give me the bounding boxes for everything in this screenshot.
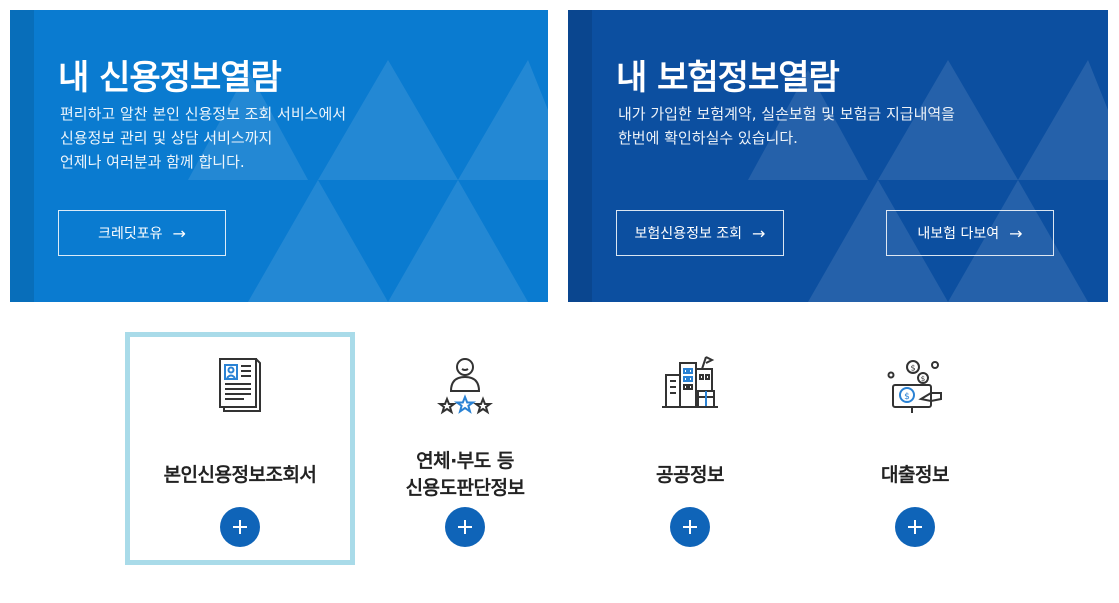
credit-banner-description: 편리하고 알찬 본인 신용정보 조회 서비스에서 신용정보 관리 및 상담 서비… <box>60 102 346 174</box>
card-title-line: 대출정보 <box>881 463 949 486</box>
person-rating-icon <box>437 358 493 415</box>
my-insurance-view-button[interactable]: 내보험 다보여 → <box>886 210 1054 256</box>
card-title: 연체·부도 등 신용도판단정보 <box>355 447 575 503</box>
credit-desc-line-1: 편리하고 알찬 본인 신용정보 조회 서비스에서 <box>60 105 347 123</box>
banner-stripe <box>568 10 592 302</box>
card-title: 본인신용정보조회서 <box>130 447 350 503</box>
insurance-info-banner: 내 보험정보열람 내가 가입한 보험계약, 실손보험 및 보험금 지급내역을 한… <box>568 10 1108 302</box>
credit-desc-line-3: 언제나 여러분과 함께 합니다. <box>60 153 245 171</box>
credit-info-cards: 본인신용정보조회서 연체·부도 등 신용도판단정보 공공정보 $ $ $ 대출정… <box>0 332 1119 567</box>
arrow-right-icon: → <box>752 223 766 243</box>
plus-icon <box>458 520 472 534</box>
insurance-credit-inquiry-button[interactable]: 보험신용정보 조회 → <box>616 210 784 256</box>
card-title: 공공정보 <box>580 447 800 503</box>
arrow-right-icon: → <box>172 223 186 243</box>
insurance-banner-description: 내가 가입한 보험계약, 실손보험 및 보험금 지급내역을 한번에 확인하실수 … <box>618 102 955 150</box>
plus-button[interactable] <box>445 507 485 547</box>
svg-text:$: $ <box>904 392 910 402</box>
document-profile-icon <box>219 358 261 412</box>
insurance-desc-line-2: 한번에 확인하실수 있습니다. <box>618 129 798 147</box>
loan-money-icon: $ $ $ <box>887 360 942 413</box>
arrow-right-icon: → <box>1009 223 1023 243</box>
insurance-desc-line-1: 내가 가입한 보험계약, 실손보험 및 보험금 지급내역을 <box>618 105 955 123</box>
plus-button[interactable] <box>220 507 260 547</box>
card-delinquency-info[interactable]: 연체·부도 등 신용도판단정보 <box>350 332 580 565</box>
card-title-line: 본인신용정보조회서 <box>163 463 317 486</box>
svg-text:$: $ <box>910 364 915 373</box>
my-insurance-label: 내보험 다보여 <box>917 226 1000 242</box>
plus-icon <box>908 520 922 534</box>
banner-stripe <box>10 10 34 302</box>
insurance-banner-title: 내 보험정보열람 <box>616 58 840 98</box>
plus-button[interactable] <box>895 507 935 547</box>
plus-icon <box>233 520 247 534</box>
credit-info-banner: 내 신용정보열람 편리하고 알찬 본인 신용정보 조회 서비스에서 신용정보 관… <box>10 10 548 302</box>
card-public-info[interactable]: 공공정보 <box>575 332 805 565</box>
insurance-inquiry-label: 보험신용정보 조회 <box>634 226 743 242</box>
plus-button[interactable] <box>670 507 710 547</box>
credit-desc-line-2: 신용정보 관리 및 상담 서비스까지 <box>60 129 273 147</box>
card-title: 대출정보 <box>805 447 1025 503</box>
plus-icon <box>683 520 697 534</box>
credit4u-button[interactable]: 크레딧포유 → <box>58 210 226 256</box>
credit-banner-title: 내 신용정보열람 <box>58 58 282 98</box>
card-title-line: 연체·부도 등 <box>416 450 514 472</box>
credit4u-button-label: 크레딧포유 <box>98 226 163 242</box>
card-credit-report[interactable]: 본인신용정보조회서 <box>125 332 355 565</box>
card-loan-info[interactable]: $ $ $ 대출정보 <box>800 332 1030 565</box>
card-title-line: 공공정보 <box>656 463 724 486</box>
buildings-icon <box>662 356 718 408</box>
svg-text:$: $ <box>921 375 925 383</box>
card-title-line: 신용도판단정보 <box>405 477 525 499</box>
